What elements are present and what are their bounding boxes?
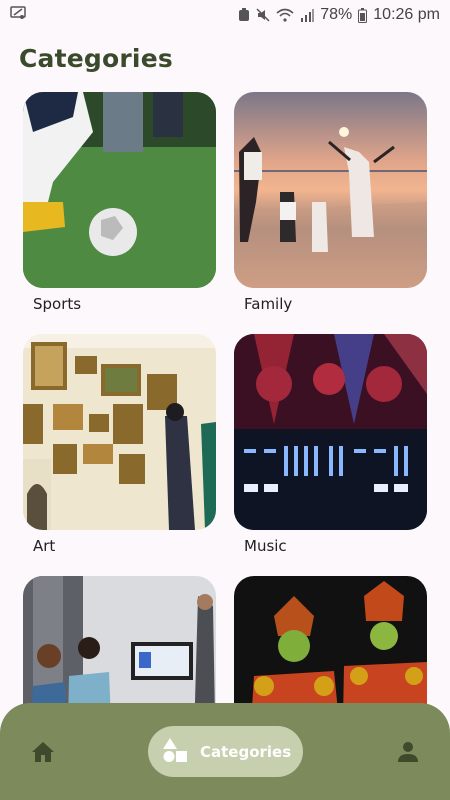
- family-image: [234, 92, 427, 288]
- art-image: [23, 334, 216, 530]
- category-card-music[interactable]: Music: [234, 334, 427, 555]
- nav-profile[interactable]: [396, 740, 420, 764]
- category-label: Family: [244, 295, 293, 313]
- mute-icon: [256, 8, 270, 22]
- nav-home[interactable]: [30, 740, 56, 764]
- alarm-icon: [238, 8, 250, 22]
- category-card-sports[interactable]: Sports: [23, 92, 216, 313]
- page-title: Categories: [19, 44, 173, 73]
- categories-icon: [162, 737, 188, 767]
- category-label: Art: [33, 537, 56, 555]
- battery-percent: 78%: [320, 6, 353, 23]
- sports-image: [23, 92, 216, 288]
- home-icon: [32, 742, 54, 762]
- profile-icon: [398, 742, 418, 762]
- status-bar: 78% 10:26 pm: [0, 0, 450, 30]
- category-card-art[interactable]: Art: [23, 334, 216, 555]
- battery-icon: [358, 7, 368, 23]
- category-label: Sports: [33, 295, 82, 313]
- music-image: [234, 334, 427, 530]
- wifi-icon: [276, 8, 294, 22]
- category-card-family[interactable]: Family: [234, 92, 427, 313]
- category-label: Music: [244, 537, 287, 555]
- screen-mirror-icon: [10, 5, 26, 25]
- signal-icon: [300, 8, 315, 22]
- clock: 10:26 pm: [373, 6, 440, 23]
- nav-categories[interactable]: Categories: [148, 726, 303, 777]
- nav-categories-label: Categories: [200, 742, 292, 761]
- bottom-nav: Categories: [0, 703, 450, 800]
